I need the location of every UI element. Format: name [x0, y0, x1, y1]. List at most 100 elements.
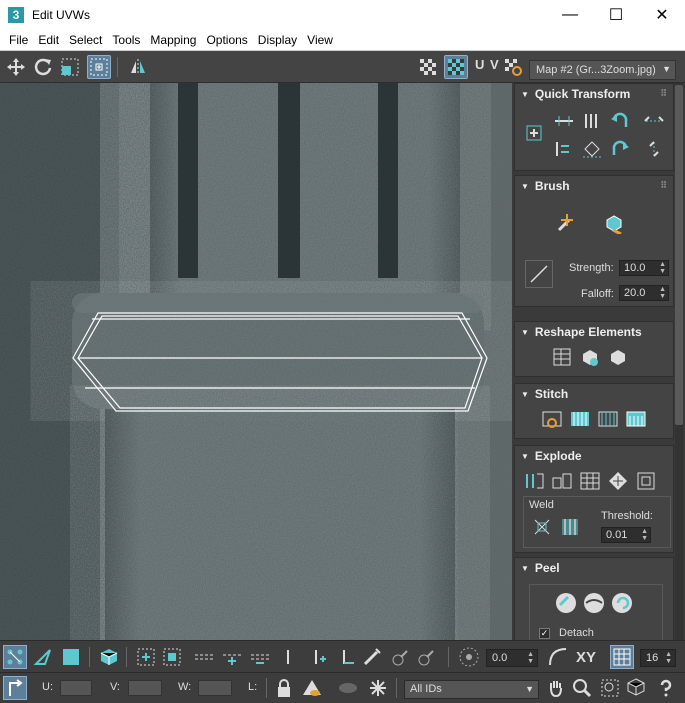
align-left-icon[interactable]	[551, 136, 577, 162]
map-settings-icon[interactable]	[501, 55, 525, 79]
flatten-by-polygon-icon[interactable]	[577, 468, 603, 494]
menu-mapping[interactable]: Mapping	[145, 33, 201, 47]
grow-selection-icon[interactable]	[134, 645, 158, 669]
hide-icon[interactable]	[300, 676, 324, 700]
detach-checkbox[interactable]: ✓	[539, 628, 550, 639]
grow-loop-icon[interactable]	[220, 645, 244, 669]
spinner-icon[interactable]: ▲ ▼	[659, 286, 666, 300]
scale-icon[interactable]	[58, 55, 82, 79]
element-mode-icon[interactable]	[97, 645, 121, 669]
freeze-icon[interactable]	[366, 676, 390, 700]
w-field[interactable]	[198, 680, 232, 696]
panel-scrollbar-thumb[interactable]	[675, 85, 683, 425]
menu-view[interactable]: View	[302, 33, 338, 47]
zoom-icon[interactable]	[570, 676, 594, 700]
uv-toggle[interactable]: U V	[475, 57, 500, 72]
falloff-distance-field[interactable]: 0.0 ▲ ▼	[486, 649, 538, 667]
show-map-icon[interactable]	[444, 55, 468, 79]
threshold-field[interactable]: 0.01 ▲ ▼	[601, 527, 651, 543]
absolute-offset-icon[interactable]	[3, 676, 27, 700]
falloff-type-icon[interactable]	[525, 260, 553, 288]
grid-size-field[interactable]: 16 ▲ ▼	[640, 649, 676, 667]
align-vertical-icon[interactable]	[579, 108, 605, 134]
menu-select[interactable]: Select	[64, 33, 107, 47]
flatten-by-smoothing-icon[interactable]	[605, 468, 631, 494]
stitch-average-icon[interactable]	[595, 406, 621, 432]
unfold-icon[interactable]	[605, 344, 631, 370]
v-field[interactable]	[128, 680, 162, 696]
move-icon[interactable]	[4, 55, 28, 79]
explode-header[interactable]: ▼ Explode	[515, 446, 673, 466]
uv-viewport[interactable]	[0, 83, 512, 640]
weld-selected-icon[interactable]	[529, 514, 555, 540]
shrink-selection-icon[interactable]	[160, 645, 184, 669]
lock-icon[interactable]	[272, 676, 296, 700]
minimize-button[interactable]: —	[547, 0, 593, 30]
u-field[interactable]	[60, 680, 92, 696]
edge-mode-icon[interactable]	[31, 645, 55, 669]
stitch-custom-icon[interactable]	[539, 406, 565, 432]
stitch-to-target-icon[interactable]	[567, 406, 593, 432]
checker-pattern-icon[interactable]	[416, 55, 440, 79]
paint-move-icon[interactable]	[553, 210, 579, 236]
vertex-mode-icon[interactable]	[3, 645, 27, 669]
relax-icon[interactable]	[577, 344, 603, 370]
menu-file[interactable]: File	[4, 33, 33, 47]
flip-vertical-icon[interactable]	[641, 136, 667, 162]
spinner-icon[interactable]: ▲ ▼	[641, 528, 648, 542]
quick-transform-header[interactable]: ▼ Quick Transform ⠿	[515, 84, 673, 104]
break-icon[interactable]	[521, 468, 547, 494]
strength-field[interactable]: 10.0 ▲ ▼	[619, 260, 669, 276]
peel-mode-icon[interactable]	[581, 590, 607, 616]
quick-peel-icon[interactable]	[553, 590, 579, 616]
menu-options[interactable]: Options	[201, 33, 252, 47]
grid-snap-icon[interactable]	[610, 645, 634, 669]
enlarge-brush-icon[interactable]	[388, 645, 412, 669]
spinner-icon[interactable]: ▲ ▼	[527, 651, 534, 665]
set-pivot-icon[interactable]	[521, 120, 547, 146]
rotate-cw-icon[interactable]	[607, 136, 633, 162]
relax-brush-icon[interactable]	[601, 210, 627, 236]
menu-display[interactable]: Display	[253, 33, 302, 47]
rotate-ccw-icon[interactable]	[607, 108, 633, 134]
paint-select-icon[interactable]	[360, 645, 384, 669]
peel-header[interactable]: ▼ Peel	[515, 558, 673, 578]
shrink-loop-icon[interactable]	[248, 645, 272, 669]
soft-selection-icon[interactable]	[457, 645, 481, 669]
xy-space-toggle[interactable]: XY	[576, 649, 596, 666]
help-icon[interactable]	[654, 676, 678, 700]
grow-ring-icon[interactable]	[306, 645, 330, 669]
stitch-to-source-icon[interactable]	[623, 406, 649, 432]
spinner-icon[interactable]: ▲ ▼	[659, 261, 666, 275]
space-evenly-icon[interactable]	[579, 136, 605, 162]
falloff-curve-icon[interactable]	[546, 645, 570, 669]
menu-edit[interactable]: Edit	[33, 33, 64, 47]
freeform-mode-icon[interactable]	[87, 55, 111, 79]
align-horizontal-icon[interactable]	[551, 108, 577, 134]
flip-horizontal-icon[interactable]	[641, 108, 667, 134]
mirror-icon[interactable]	[126, 55, 150, 79]
stitch-header[interactable]: ▼ Stitch	[515, 384, 673, 404]
pan-icon[interactable]	[544, 676, 568, 700]
edge-loop-icon[interactable]	[192, 645, 216, 669]
falloff-field[interactable]: 20.0 ▲ ▼	[619, 285, 669, 301]
show-icon[interactable]	[336, 676, 360, 700]
zoom-region-icon[interactable]	[598, 676, 622, 700]
menu-tools[interactable]: Tools	[107, 33, 145, 47]
shrink-ring-icon[interactable]	[334, 645, 358, 669]
zoom-extents-icon[interactable]	[624, 676, 648, 700]
flatten-by-material-icon[interactable]	[633, 468, 659, 494]
detach-edge-icon[interactable]	[549, 468, 575, 494]
shrink-brush-icon[interactable]	[414, 645, 438, 669]
edge-ring-icon[interactable]	[276, 645, 300, 669]
rotate-icon[interactable]	[31, 55, 55, 79]
reset-peel-icon[interactable]	[609, 590, 635, 616]
straighten-icon[interactable]	[549, 344, 575, 370]
weld-target-icon[interactable]	[557, 514, 583, 540]
maximize-button[interactable]: ☐	[593, 0, 639, 30]
spinner-icon[interactable]: ▲ ▼	[665, 651, 672, 665]
close-button[interactable]: ✕	[639, 0, 685, 30]
polygon-mode-icon[interactable]	[59, 645, 83, 669]
map-dropdown[interactable]: Map #2 (Gr...3Zoom.jpg) ▼	[529, 60, 676, 80]
material-ids-dropdown[interactable]: All IDs ▼	[404, 680, 539, 699]
